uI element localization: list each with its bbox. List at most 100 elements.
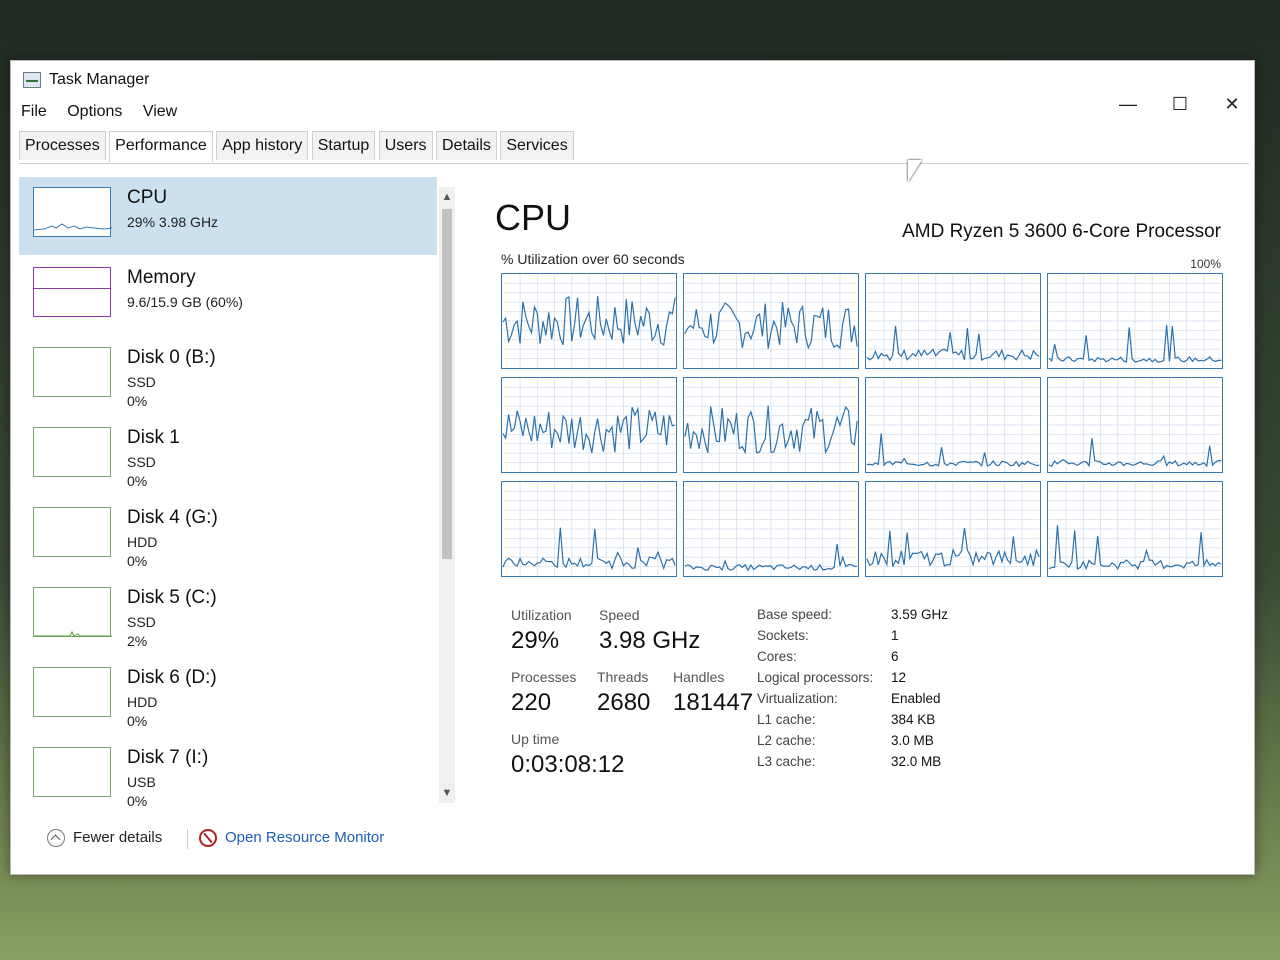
menu-bar: File Options View <box>11 103 183 127</box>
threads-value: 2680 <box>597 689 651 716</box>
maximize-button[interactable]: ☐ <box>1157 89 1203 119</box>
tab-details[interactable]: Details <box>435 131 497 160</box>
disk-thumbnail-graph <box>33 747 111 797</box>
close-button[interactable]: ✕ <box>1209 89 1255 119</box>
sidebar-item-disk-6[interactable]: Disk 6 (D:) HDD 0% <box>19 657 437 735</box>
sidebar-item-title: Memory <box>127 267 196 288</box>
task-manager-icon <box>23 72 41 88</box>
sidebar-item-detail: 29% 3.98 GHz <box>127 214 219 230</box>
sidebar-item-detail: HDD 0% <box>127 534 158 569</box>
logical-processor-11-graph <box>1047 481 1223 577</box>
logical-processor-10-graph <box>865 481 1041 577</box>
resource-sidebar: CPU 29% 3.98 GHz Memory 9.6/15.9 GB (60%… <box>19 177 437 817</box>
sidebar-item-detail: SSD 0% <box>127 374 156 409</box>
scroll-up-icon[interactable]: ▲ <box>439 189 455 205</box>
disk-thumbnail-graph <box>33 507 111 557</box>
cpu-thumbnail-graph <box>33 187 113 237</box>
window-title: Task Manager <box>49 71 150 88</box>
sidebar-item-disk-1[interactable]: Disk 1 SSD 0% <box>19 417 437 495</box>
logical-processor-1-graph <box>683 273 859 369</box>
logical-processor-0-graph <box>501 273 677 369</box>
sidebar-item-disk-7[interactable]: Disk 7 (I:) USB 0% <box>19 737 437 815</box>
disk-thumbnail-graph <box>33 587 112 637</box>
sidebar-item-disk-4[interactable]: Disk 4 (G:) HDD 0% <box>19 497 437 575</box>
disk-thumbnail-graph <box>33 667 111 717</box>
spec-label: L3 cache: <box>757 754 816 769</box>
utilization-label: Utilization <box>511 607 572 623</box>
processor-name: AMD Ryzen 5 3600 6-Core Processor <box>902 221 1221 242</box>
spec-label: Cores: <box>757 649 797 664</box>
spec-label: Virtualization: <box>757 691 838 706</box>
spec-value: Enabled <box>891 691 941 706</box>
panel-title: CPU <box>495 197 572 238</box>
speed-value: 3.98 GHz <box>599 627 701 654</box>
tab-app-history[interactable]: App history <box>216 131 309 160</box>
spec-label: L1 cache: <box>757 712 816 727</box>
spec-value: 3.59 GHz <box>891 607 949 622</box>
sidebar-item-detail: 9.6/15.9 GB (60%) <box>127 294 243 310</box>
tab-users[interactable]: Users <box>378 131 433 160</box>
scroll-thumb[interactable] <box>442 209 452 559</box>
tab-performance[interactable]: Performance <box>109 131 213 162</box>
sidebar-item-detail: SSD 2% <box>127 614 156 649</box>
sidebar-item-cpu[interactable]: CPU 29% 3.98 GHz <box>19 177 437 255</box>
sidebar-item-detail: USB 0% <box>127 774 156 809</box>
spec-value: 1 <box>891 628 899 643</box>
spec-label: Logical processors: <box>757 670 874 685</box>
sidebar-item-title: Disk 1 <box>127 427 180 448</box>
spec-value: 384 KB <box>891 712 936 727</box>
sidebar-item-memory[interactable]: Memory 9.6/15.9 GB (60%) <box>19 257 437 335</box>
disk-thumbnail-graph <box>33 347 111 397</box>
menu-options[interactable]: Options <box>67 103 122 121</box>
spec-label: Sockets: <box>757 628 809 643</box>
logical-processor-5-graph <box>683 377 859 473</box>
sidebar-item-title: Disk 5 (C:) <box>127 587 217 608</box>
tab-startup[interactable]: Startup <box>311 131 376 160</box>
sidebar-item-detail: SSD 0% <box>127 454 156 489</box>
threads-label: Threads <box>597 669 649 685</box>
sidebar-item-title: Disk 0 (B:) <box>127 347 216 368</box>
footer-divider <box>187 829 188 849</box>
logical-processor-4-graph <box>501 377 677 473</box>
tab-strip: Processes Performance App history Startu… <box>19 131 574 162</box>
logical-processor-7-graph <box>1047 377 1223 473</box>
sidebar-item-disk-0[interactable]: Disk 0 (B:) SSD 0% <box>19 337 437 415</box>
menu-view[interactable]: View <box>143 103 177 121</box>
open-resource-monitor-link[interactable]: Open Resource Monitor <box>199 829 384 848</box>
spec-label: Base speed: <box>757 607 833 622</box>
minimize-button[interactable]: — <box>1105 89 1151 119</box>
uptime-label: Up time <box>511 731 560 747</box>
utilization-value: 29% <box>511 627 560 654</box>
logical-processor-9-graph <box>683 481 859 577</box>
spec-value: 32.0 MB <box>891 754 942 769</box>
handles-label: Handles <box>673 669 725 685</box>
handles-value: 181447 <box>673 689 754 716</box>
sidebar-item-title: CPU <box>127 187 168 208</box>
sidebar-item-title: Disk 7 (I:) <box>127 747 209 768</box>
tab-services[interactable]: Services <box>500 131 574 160</box>
speed-label: Speed <box>599 607 640 623</box>
menu-file[interactable]: File <box>21 103 47 121</box>
chevron-up-icon <box>47 829 65 848</box>
spec-value: 6 <box>891 649 899 664</box>
utilization-caption: % Utilization over 60 seconds <box>501 251 685 267</box>
disk-thumbnail-graph <box>33 427 111 477</box>
cpu-stats: Utilization 29% Speed 3.98 GHz Processes… <box>501 607 1241 807</box>
uptime-value: 0:03:08:12 <box>511 751 625 778</box>
cpu-detail-panel: CPU AMD Ryzen 5 3600 6-Core Processor % … <box>481 177 1241 817</box>
sidebar-scrollbar[interactable]: ▲ ▼ <box>439 187 455 803</box>
logical-processor-6-graph <box>865 377 1041 473</box>
spec-value: 12 <box>891 670 907 685</box>
scroll-down-icon[interactable]: ▼ <box>439 785 455 801</box>
tab-processes[interactable]: Processes <box>19 131 106 160</box>
sidebar-item-detail: HDD 0% <box>127 694 158 729</box>
resource-monitor-icon <box>199 829 217 848</box>
task-manager-window: Task Manager — ☐ ✕ File Options View Pro… <box>10 60 1255 875</box>
logical-processor-2-graph <box>865 273 1041 369</box>
spec-value: 3.0 MB <box>891 733 934 748</box>
logical-processor-3-graph <box>1047 273 1223 369</box>
logical-processor-8-graph <box>501 481 677 577</box>
sidebar-item-disk-5[interactable]: Disk 5 (C:) SSD 2% <box>19 577 437 655</box>
fewer-details-button[interactable]: Fewer details <box>47 829 162 848</box>
sidebar-item-title: Disk 6 (D:) <box>127 667 217 688</box>
